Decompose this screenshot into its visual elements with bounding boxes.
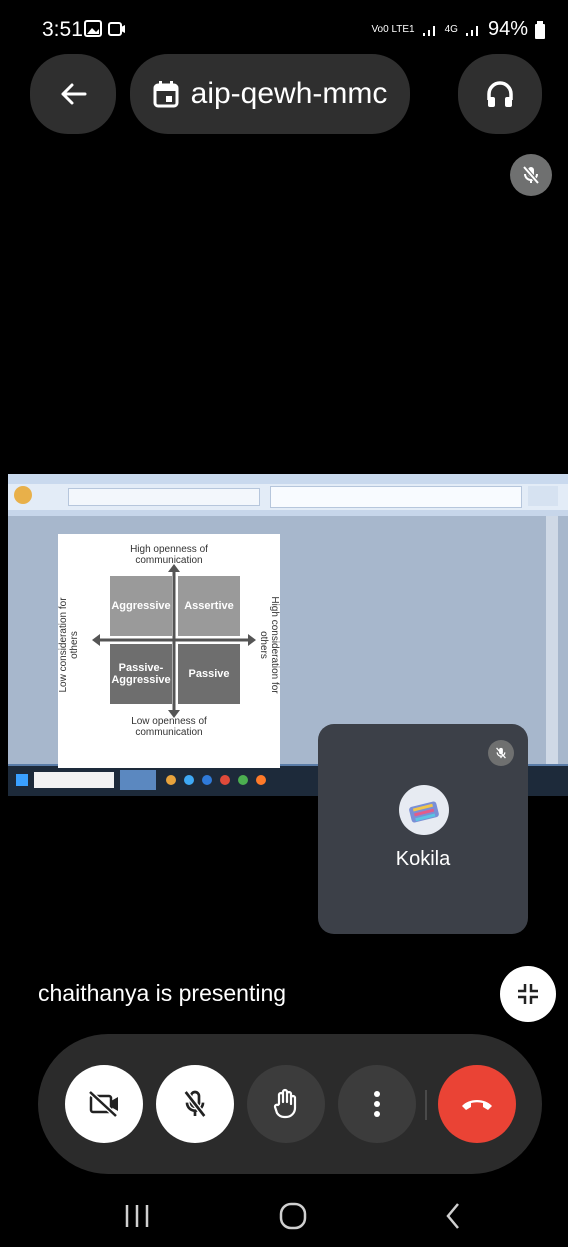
taskbar-app-icon-5 [238, 775, 248, 785]
chevron-left-icon [446, 1203, 459, 1229]
presenter-muted-badge [510, 154, 552, 196]
word-title-bar [8, 474, 568, 484]
network-label-2: 4G [444, 23, 458, 35]
ribbon-font-group [68, 488, 260, 506]
taskbar-search-box [34, 772, 114, 788]
mic-off-icon [522, 165, 540, 185]
meeting-code: aip-qewh-mmc [190, 77, 388, 110]
fullscreen-exit-icon [518, 984, 538, 1004]
recents-icon [125, 1205, 149, 1227]
home-icon [279, 1202, 307, 1230]
gallery-icon [84, 20, 125, 37]
camera-off-icon [88, 1090, 118, 1118]
meeting-info-button[interactable]: aip-qewh-mmc [130, 54, 410, 134]
diagram-left-label: Low consideration for others [58, 597, 80, 693]
taskbar-app-icon-3 [202, 775, 212, 785]
taskbar-app-icon-1 [166, 775, 176, 785]
taskbar-app-icon-2 [184, 775, 194, 785]
ribbon-styles-group [270, 486, 522, 508]
battery-percent: 94% [487, 18, 528, 40]
calendar-icon [153, 81, 179, 108]
status-right: Vo0 LTE1 4G 94% [371, 18, 546, 41]
avatar [399, 785, 449, 835]
status-notification-icons [84, 19, 128, 44]
word-ribbon [8, 484, 568, 511]
ribbon-editing-group [528, 486, 558, 506]
signal-icon-2 [465, 25, 478, 36]
signal-icon [422, 25, 435, 36]
mic-toggle-button[interactable] [156, 1065, 234, 1143]
raise-hand-button[interactable] [247, 1065, 325, 1143]
camera-toggle-button[interactable] [65, 1065, 143, 1143]
nav-home-button[interactable] [268, 1194, 318, 1238]
end-call-button[interactable] [438, 1065, 516, 1143]
more-vert-icon [374, 1091, 380, 1117]
raise-hand-icon [273, 1088, 297, 1119]
taskbar-app-icon-6 [256, 775, 266, 785]
network-label-1: Vo0 LTE1 [371, 23, 415, 35]
nav-recents-button[interactable] [112, 1194, 162, 1238]
audio-output-button[interactable] [458, 54, 542, 134]
headphones-icon [487, 81, 513, 107]
taskbar-pinned-item [120, 770, 156, 790]
document-page: High openness of communication Low openn… [58, 534, 280, 768]
windows-start-icon [16, 774, 28, 786]
diagram-axes [92, 564, 256, 718]
mic-off-icon [496, 747, 506, 759]
minimize-screen-button[interactable] [500, 966, 556, 1022]
mic-off-icon [183, 1090, 207, 1118]
status-time: 3:51 [42, 18, 83, 41]
battery-icon [535, 20, 545, 39]
participant-muted-badge [488, 740, 514, 766]
office-button-icon [14, 486, 32, 504]
arrow-back-icon [61, 83, 87, 105]
diagram-right-label: High consideration for others [258, 596, 280, 694]
nav-back-button[interactable] [428, 1194, 478, 1238]
avatar-image-icon [409, 801, 439, 823]
taskbar-app-icon-4 [220, 775, 230, 785]
document-scrollbar [546, 516, 558, 766]
presenting-label: chaithanya is presenting [38, 980, 287, 1006]
participant-name: Kokila [395, 848, 451, 870]
more-options-button[interactable] [338, 1065, 416, 1143]
back-button[interactable] [30, 54, 116, 134]
end-call-icon [462, 1100, 492, 1110]
control-divider [425, 1090, 427, 1120]
